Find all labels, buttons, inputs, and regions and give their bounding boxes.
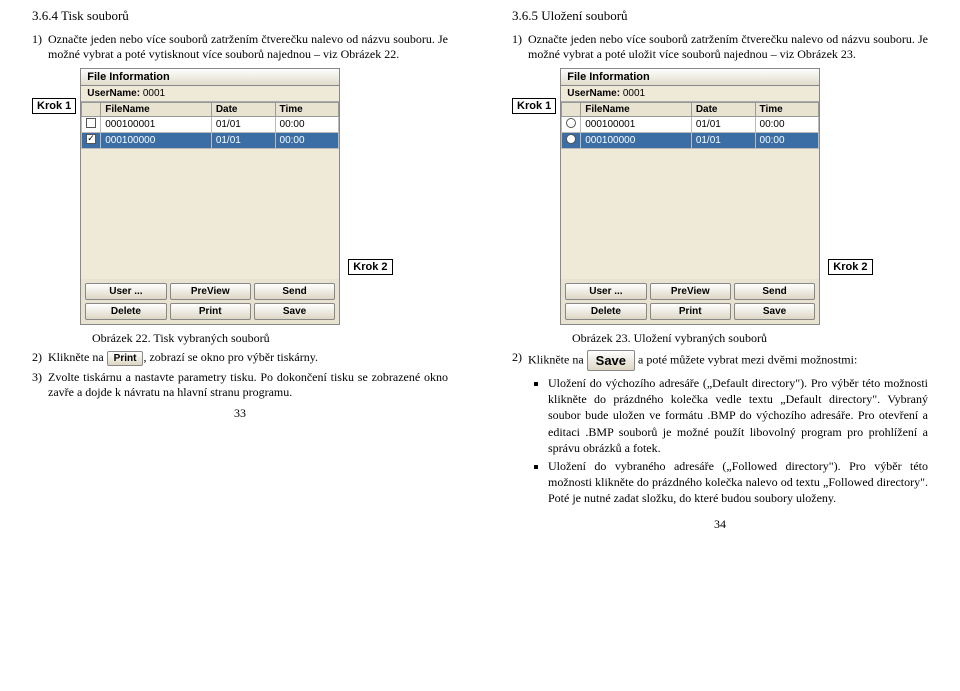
step-label-1: Krok 1 [32, 98, 76, 114]
cell-filename: 000100000 [581, 133, 692, 149]
page-right: 3.6.5 Uložení souborů 1) Označte jeden n… [480, 0, 960, 691]
send-button[interactable]: Send [734, 283, 815, 300]
step-text: Označte jeden nebo více souborů zatržení… [528, 32, 928, 62]
page-number: 34 [512, 517, 928, 532]
file-info-window: File Information UserName: 0001 FileName… [80, 68, 340, 325]
empty-area [81, 149, 339, 279]
table-row[interactable]: 000100000 01/01 00:00 [82, 133, 339, 149]
cell-date: 01/01 [211, 117, 275, 133]
send-button[interactable]: Send [254, 283, 335, 300]
figure-23: Krok 1 File Information UserName: 0001 F… [512, 68, 928, 325]
list-item: 2) Klikněte na Save a poté můžete vybrat… [512, 350, 928, 511]
checkbox-icon[interactable] [86, 134, 96, 144]
step-number: 2) [32, 350, 42, 366]
user-button[interactable]: User ... [565, 283, 646, 300]
figure-caption: Obrázek 23. Uložení vybraných souborů [572, 331, 928, 346]
table-row[interactable]: 000100000 01/01 00:00 [562, 133, 819, 149]
cell-time: 00:00 [755, 117, 819, 133]
figure-caption: Obrázek 22. Tisk vybraných souborů [92, 331, 448, 346]
cell-filename: 000100001 [101, 117, 212, 133]
save-button[interactable]: Save [254, 303, 335, 320]
step-number: 1) [32, 32, 42, 62]
cell-date: 01/01 [211, 133, 275, 149]
list-item: 2) Klikněte na Print, zobrazí se okno pr… [32, 350, 448, 366]
username-label: UserName: [567, 88, 620, 99]
list-item: 1) Označte jeden nebo více souborů zatrž… [32, 32, 448, 62]
cell-time: 00:00 [755, 133, 819, 149]
username-row: UserName: 0001 [81, 86, 339, 102]
save-button[interactable]: Save [734, 303, 815, 320]
delete-button[interactable]: Delete [85, 303, 166, 320]
cell-filename: 000100001 [581, 117, 692, 133]
step-text: Zvolte tiskárnu a nastavte parametry tis… [48, 370, 448, 400]
list-item: Uložení do výchozího adresáře („Default … [548, 375, 928, 456]
col-time: Time [275, 103, 339, 117]
step-label-2: Krok 2 [348, 259, 392, 275]
preview-button[interactable]: PreView [170, 283, 251, 300]
list-item: Uložení do vybraného adresáře („Followed… [548, 458, 928, 507]
page-number: 33 [32, 406, 448, 421]
delete-button[interactable]: Delete [565, 303, 646, 320]
user-button[interactable]: User ... [85, 283, 166, 300]
file-table: FileName Date Time 000100001 01/01 00:00… [561, 102, 819, 149]
empty-area [561, 149, 819, 279]
cell-filename: 000100000 [101, 133, 212, 149]
step-number: 2) [512, 350, 522, 511]
page-left: 3.6.4 Tisk souborů 1) Označte jeden nebo… [0, 0, 480, 691]
cell-date: 01/01 [691, 133, 755, 149]
cell-time: 00:00 [275, 133, 339, 149]
table-header: FileName Date Time [562, 103, 819, 117]
col-date: Date [691, 103, 755, 117]
print-button-inline[interactable]: Print [107, 351, 144, 366]
print-button[interactable]: Print [650, 303, 731, 320]
button-row: User ... PreView Send Delete Print Save [561, 279, 819, 324]
username-row: UserName: 0001 [561, 86, 819, 102]
options-list: Uložení do výchozího adresáře („Default … [548, 375, 928, 507]
section-title: 3.6.5 Uložení souborů [512, 8, 928, 24]
step-text: Klikněte na Save a poté můžete vybrat me… [528, 350, 928, 511]
list-item: 3) Zvolte tiskárnu a nastavte parametry … [32, 370, 448, 400]
username-value: 0001 [143, 88, 165, 99]
cell-time: 00:00 [275, 117, 339, 133]
figure-22: Krok 1 File Information UserName: 0001 F… [32, 68, 448, 325]
step-number: 3) [32, 370, 42, 400]
print-button[interactable]: Print [170, 303, 251, 320]
file-table: FileName Date Time 000100001 01/01 00:00… [81, 102, 339, 149]
step-label-1: Krok 1 [512, 98, 556, 114]
col-filename: FileName [101, 103, 212, 117]
window-title: File Information [561, 69, 819, 86]
cell-date: 01/01 [691, 117, 755, 133]
username-label: UserName: [87, 88, 140, 99]
step-number: 1) [512, 32, 522, 62]
radio-icon[interactable] [566, 134, 576, 144]
list-item: 1) Označte jeden nebo více souborů zatrž… [512, 32, 928, 62]
radio-icon[interactable] [566, 118, 576, 128]
step-label-2: Krok 2 [828, 259, 872, 275]
file-info-window: File Information UserName: 0001 FileName… [560, 68, 820, 325]
button-row: User ... PreView Send Delete Print Save [81, 279, 339, 324]
checkbox-icon[interactable] [86, 118, 96, 128]
col-filename: FileName [581, 103, 692, 117]
save-button-inline[interactable]: Save [587, 350, 635, 371]
preview-button[interactable]: PreView [650, 283, 731, 300]
col-date: Date [211, 103, 275, 117]
step-text: Klikněte na Print, zobrazí se okno pro v… [48, 350, 448, 366]
table-row[interactable]: 000100001 01/01 00:00 [562, 117, 819, 133]
col-time: Time [755, 103, 819, 117]
window-title: File Information [81, 69, 339, 86]
step-text: Označte jeden nebo více souborů zatržení… [48, 32, 448, 62]
section-title: 3.6.4 Tisk souborů [32, 8, 448, 24]
table-header: FileName Date Time [82, 103, 339, 117]
table-row[interactable]: 000100001 01/01 00:00 [82, 117, 339, 133]
username-value: 0001 [623, 88, 645, 99]
